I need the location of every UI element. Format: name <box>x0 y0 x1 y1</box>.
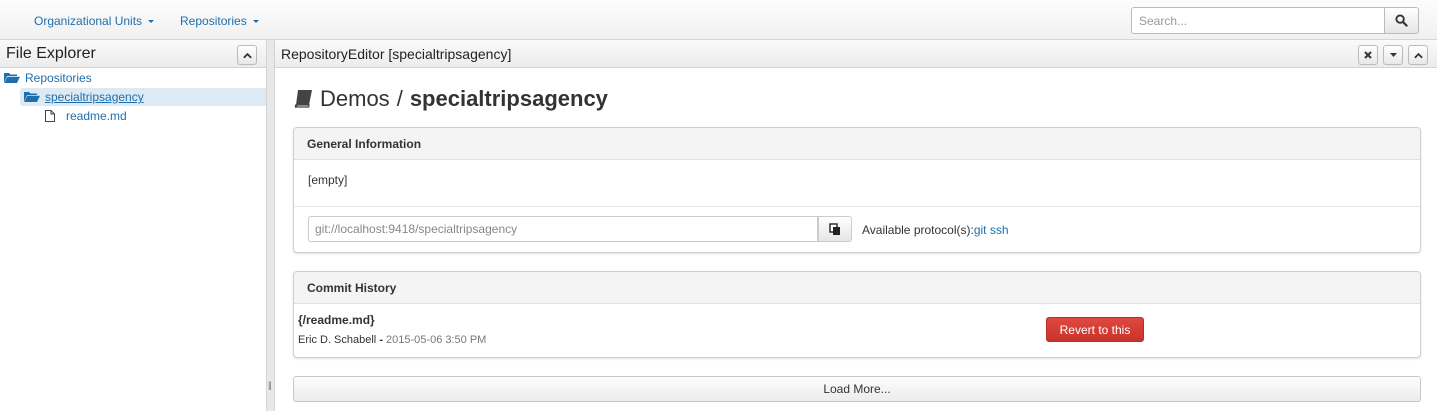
chevron-up-icon <box>1413 52 1423 58</box>
top-navbar: Organizational Units Repositories <box>0 0 1437 40</box>
commit-date: 2015-05-06 3:50 PM <box>386 334 487 346</box>
copy-url-button[interactable] <box>818 216 852 242</box>
close-button[interactable] <box>1358 45 1378 65</box>
available-protocols: Available protocol(s):git ssh <box>862 223 1009 237</box>
options-dropdown-button[interactable] <box>1383 45 1403 65</box>
collapse-button[interactable] <box>237 45 257 65</box>
file-icon <box>45 110 55 122</box>
caret-down-icon <box>1389 53 1397 57</box>
commit-separator: - <box>376 334 387 346</box>
panel-splitter[interactable] <box>266 40 275 411</box>
repository-editor-title: RepositoryEditor [specialtripsagency] <box>281 46 512 62</box>
book-icon <box>294 90 312 109</box>
file-explorer-panel: File Explorer Repositories specialtripsa… <box>0 40 268 411</box>
protocols-label: Available protocol(s): <box>862 223 974 237</box>
maximize-button[interactable] <box>1408 45 1428 65</box>
search-icon <box>1395 14 1408 27</box>
repository-editor-header: RepositoryEditor [specialtripsagency] <box>275 40 1437 68</box>
general-information-title: General Information <box>294 128 1420 160</box>
commit-history-card: Commit History {/readme.md} Eric D. Scha… <box>293 271 1421 358</box>
splitter-grip-icon[interactable]: || <box>268 380 272 390</box>
tree-item-label: readme.md <box>66 109 127 123</box>
file-explorer-title: File Explorer <box>6 45 96 62</box>
git-url-input[interactable] <box>308 216 818 242</box>
commit-meta: Eric D. Schabell - 2015-05-06 3:50 PM <box>298 334 486 346</box>
copy-icon <box>829 222 840 235</box>
general-information-card: General Information [empty] Available pr… <box>293 127 1421 253</box>
nav-repositories-label: Repositories <box>180 14 247 28</box>
divider <box>294 206 1420 207</box>
close-icon <box>1364 51 1372 59</box>
folder-open-icon <box>24 92 40 102</box>
tree-item-readme[interactable]: readme.md <box>45 107 245 125</box>
heading-separator: / <box>396 86 403 111</box>
repository-editor-panel: RepositoryEditor [specialtripsagency] De… <box>275 40 1437 411</box>
tree-item-label: specialtripsagency <box>45 90 144 104</box>
search-button[interactable] <box>1385 7 1419 34</box>
nav-organizational-units-label: Organizational Units <box>34 14 143 28</box>
search-box <box>1131 7 1419 34</box>
nav-repositories[interactable]: Repositories <box>180 14 259 28</box>
page-heading: Demos / specialtripsagency <box>294 86 608 112</box>
heading-repo: specialtripsagency <box>409 86 608 111</box>
tree-item-label: Repositories <box>25 71 92 85</box>
caret-down-icon <box>252 20 259 24</box>
load-more-button[interactable]: Load More... <box>293 376 1421 402</box>
revert-button[interactable]: Revert to this <box>1046 317 1144 342</box>
tree-item-repositories[interactable]: Repositories <box>4 69 264 87</box>
heading-org: Demos <box>320 86 390 111</box>
commit-file: {/readme.md} <box>298 313 375 327</box>
file-explorer-header: File Explorer <box>0 40 266 68</box>
chevron-up-icon <box>242 52 252 58</box>
protocol-ssh-link[interactable]: ssh <box>990 223 1009 237</box>
caret-down-icon <box>148 20 155 24</box>
repository-description: [empty] <box>308 173 348 187</box>
folder-open-icon <box>4 73 20 83</box>
commit-author: Eric D. Schabell <box>298 334 377 346</box>
tree-item-specialtripsagency[interactable]: specialtripsagency <box>20 88 268 106</box>
search-input[interactable] <box>1131 7 1386 34</box>
commit-history-title: Commit History <box>294 272 1420 304</box>
protocol-git-link[interactable]: git <box>974 223 987 237</box>
nav-organizational-units[interactable]: Organizational Units <box>34 14 155 28</box>
